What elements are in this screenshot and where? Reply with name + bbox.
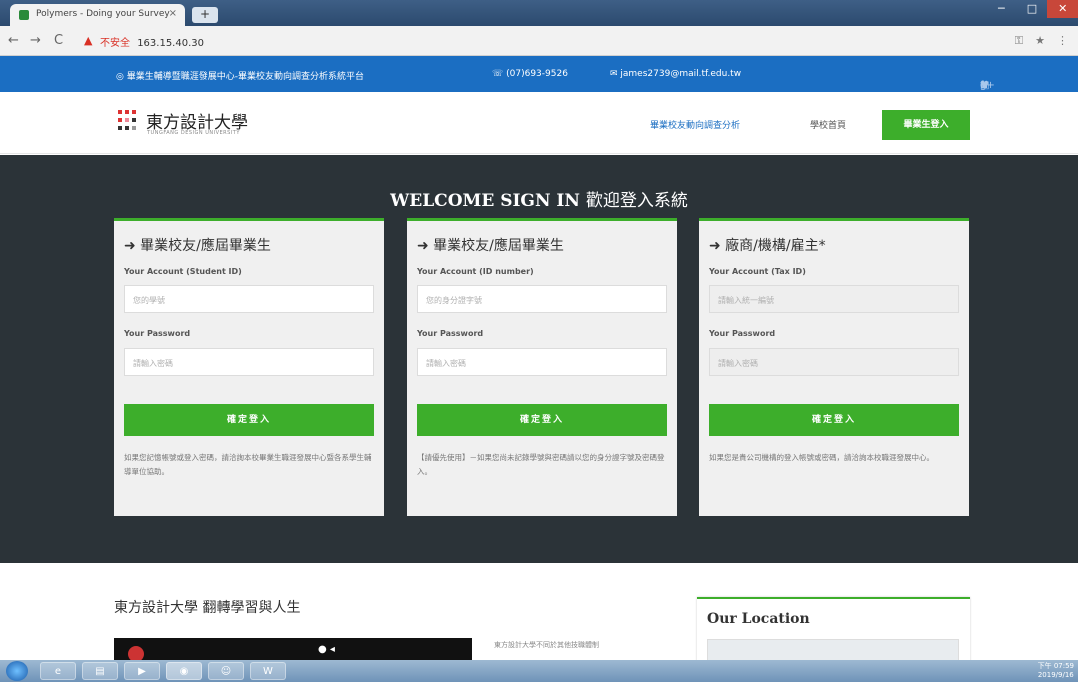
- favicon-icon: [19, 10, 29, 20]
- not-secure-label: 不安全: [100, 38, 130, 49]
- password-label: Your Password: [417, 329, 484, 338]
- account-input[interactable]: 您的學號: [124, 285, 374, 313]
- account-input[interactable]: 請輸入統一編號: [709, 285, 959, 313]
- menu-icon[interactable]: ⋮: [1057, 34, 1068, 48]
- welcome-title: WELCOME SIGN IN 歡迎登入系統: [0, 186, 1078, 211]
- line-taskbar-icon[interactable]: ☺: [208, 662, 244, 680]
- browser-tab[interactable]: Polymers - Doing your Survey ×: [10, 4, 185, 26]
- rss-icon[interactable]: ◠: [980, 80, 989, 91]
- login-card-employer: ➜ 廠商/機構/雇主* Your Account (Tax ID) 請輸入統一編…: [699, 218, 969, 516]
- tab-title: Polymers - Doing your Survey: [36, 9, 170, 19]
- key-icon[interactable]: ⚿: [1015, 34, 1023, 48]
- browser-address-bar: ← → C ▲ 不安全 163.15.40.30 ⚿ ★ ⋮: [0, 26, 1078, 56]
- logo-subtitle: TUNGFANG DESIGN UNIVERSITY: [147, 130, 240, 136]
- section-title: 東方設計大學 翻轉學習與人生: [114, 600, 301, 616]
- warning-icon: ▲: [84, 34, 93, 47]
- card-title: ➜ 廠商/機構/雇主*: [709, 238, 826, 254]
- start-button[interactable]: [6, 661, 28, 681]
- minimize-button[interactable]: ─: [986, 0, 1017, 18]
- browser-toolbar-icons: ⚿ ★ ⋮: [1015, 34, 1068, 48]
- clock-time: 下午 07:59: [1037, 662, 1074, 670]
- password-label: Your Password: [709, 329, 776, 338]
- password-input[interactable]: 請輸入密碼: [709, 348, 959, 376]
- close-window-button[interactable]: ✕: [1047, 0, 1078, 18]
- card-note: 如果您是貴公司機構的登入帳號或密碼，請洽詢本校職涯發展中心。: [709, 453, 934, 462]
- star-icon[interactable]: ★: [1035, 34, 1045, 48]
- org-name: ◎ 畢業生輔導暨職涯發展中心-畢業校友動向調查分析系統平台: [116, 72, 364, 82]
- chrome-taskbar-icon[interactable]: ◉: [166, 662, 202, 680]
- welcome-title-en: WELCOME SIGN IN: [390, 191, 580, 211]
- location-title: Our Location: [707, 611, 810, 627]
- site-info-bar: ◎ 畢業生輔導暨職涯發展中心-畢業校友動向調查分析系統平台 ☏ (07)693-…: [0, 56, 1078, 92]
- card-title: ➜ 畢業校友/應屆畢業生: [124, 238, 271, 254]
- reload-icon[interactable]: C: [54, 33, 63, 48]
- forward-icon[interactable]: →: [30, 33, 41, 48]
- browser-tab-bar: Polymers - Doing your Survey × + ─ □ ✕: [0, 0, 1078, 26]
- login-submit-button[interactable]: 確定登入: [709, 404, 959, 436]
- clock-date: 2019/9/16: [1037, 671, 1074, 679]
- welcome-title-zh: 歡迎登入系統: [585, 191, 688, 211]
- card-title: ➜ 畢業校友/應屆畢業生: [417, 238, 564, 254]
- url-field[interactable]: 不安全 163.15.40.30: [100, 34, 204, 49]
- ie-taskbar-icon[interactable]: e: [40, 662, 76, 680]
- card-note: 如果您記憶帳號或登入密碼，請洽詢本校畢業生職涯發展中心暨各系學生輔導單位協助。: [124, 453, 372, 476]
- site-header: 東方設計大學 TUNGFANG DESIGN UNIVERSITY 畢業校友動向…: [0, 92, 1078, 154]
- menu-school-home[interactable]: 學校首頁: [810, 118, 846, 131]
- card-note: 【請優先使用】－如果您尚未記錄學號與密碼請以您的身分證字號及密碼登入。: [417, 453, 665, 476]
- login-section: WELCOME SIGN IN 歡迎登入系統 ➜ 畢業校友/應屆畢業生 Your…: [0, 155, 1078, 563]
- location-widget: Our Location: [697, 597, 970, 667]
- url-text: 163.15.40.30: [137, 38, 204, 49]
- video-controls-icon[interactable]: ● ◂: [318, 644, 335, 655]
- explorer-taskbar-icon[interactable]: ▤: [82, 662, 118, 680]
- phone-number: ☏ (07)693-9526: [492, 69, 568, 79]
- login-card-student-id: ➜ 畢業校友/應屆畢業生 Your Account (Student ID) 您…: [114, 218, 384, 516]
- video-player[interactable]: [114, 638, 472, 660]
- window-controls: ─ □ ✕: [986, 0, 1078, 18]
- password-input[interactable]: 請輸入密碼: [417, 348, 667, 376]
- maximize-button[interactable]: □: [1017, 0, 1048, 18]
- media-taskbar-icon[interactable]: ▶: [124, 662, 160, 680]
- location-map[interactable]: [707, 639, 959, 661]
- password-label: Your Password: [124, 329, 191, 338]
- intro-text: 東方設計大學不同於其他技職體制: [494, 641, 599, 649]
- system-clock[interactable]: 下午 07:59 2019/9/16: [1038, 662, 1074, 680]
- account-label: Your Account (Student ID): [124, 267, 242, 276]
- email-link[interactable]: ✉ james2739@mail.tf.edu.tw: [610, 69, 741, 79]
- graduate-login-button[interactable]: 畢業生登入: [882, 110, 970, 140]
- login-card-id-number: ➜ 畢業校友/應屆畢業生 Your Account (ID number) 您的…: [407, 218, 677, 516]
- account-label: Your Account (Tax ID): [709, 267, 806, 276]
- login-submit-button[interactable]: 確定登入: [124, 404, 374, 436]
- tab-close-icon[interactable]: ×: [169, 8, 177, 19]
- account-label: Your Account (ID number): [417, 267, 534, 276]
- password-input[interactable]: 請輸入密碼: [124, 348, 374, 376]
- account-input[interactable]: 您的身分證字號: [417, 285, 667, 313]
- new-tab-button[interactable]: +: [192, 7, 218, 23]
- logo-icon: [118, 110, 140, 138]
- back-icon[interactable]: ←: [8, 33, 19, 48]
- menu-survey-analysis[interactable]: 畢業校友動向調查分析: [650, 118, 740, 131]
- login-submit-button[interactable]: 確定登入: [417, 404, 667, 436]
- word-taskbar-icon[interactable]: W: [250, 662, 286, 680]
- windows-taskbar: e ▤ ▶ ◉ ☺ W 下午 07:59 2019/9/16: [0, 660, 1078, 682]
